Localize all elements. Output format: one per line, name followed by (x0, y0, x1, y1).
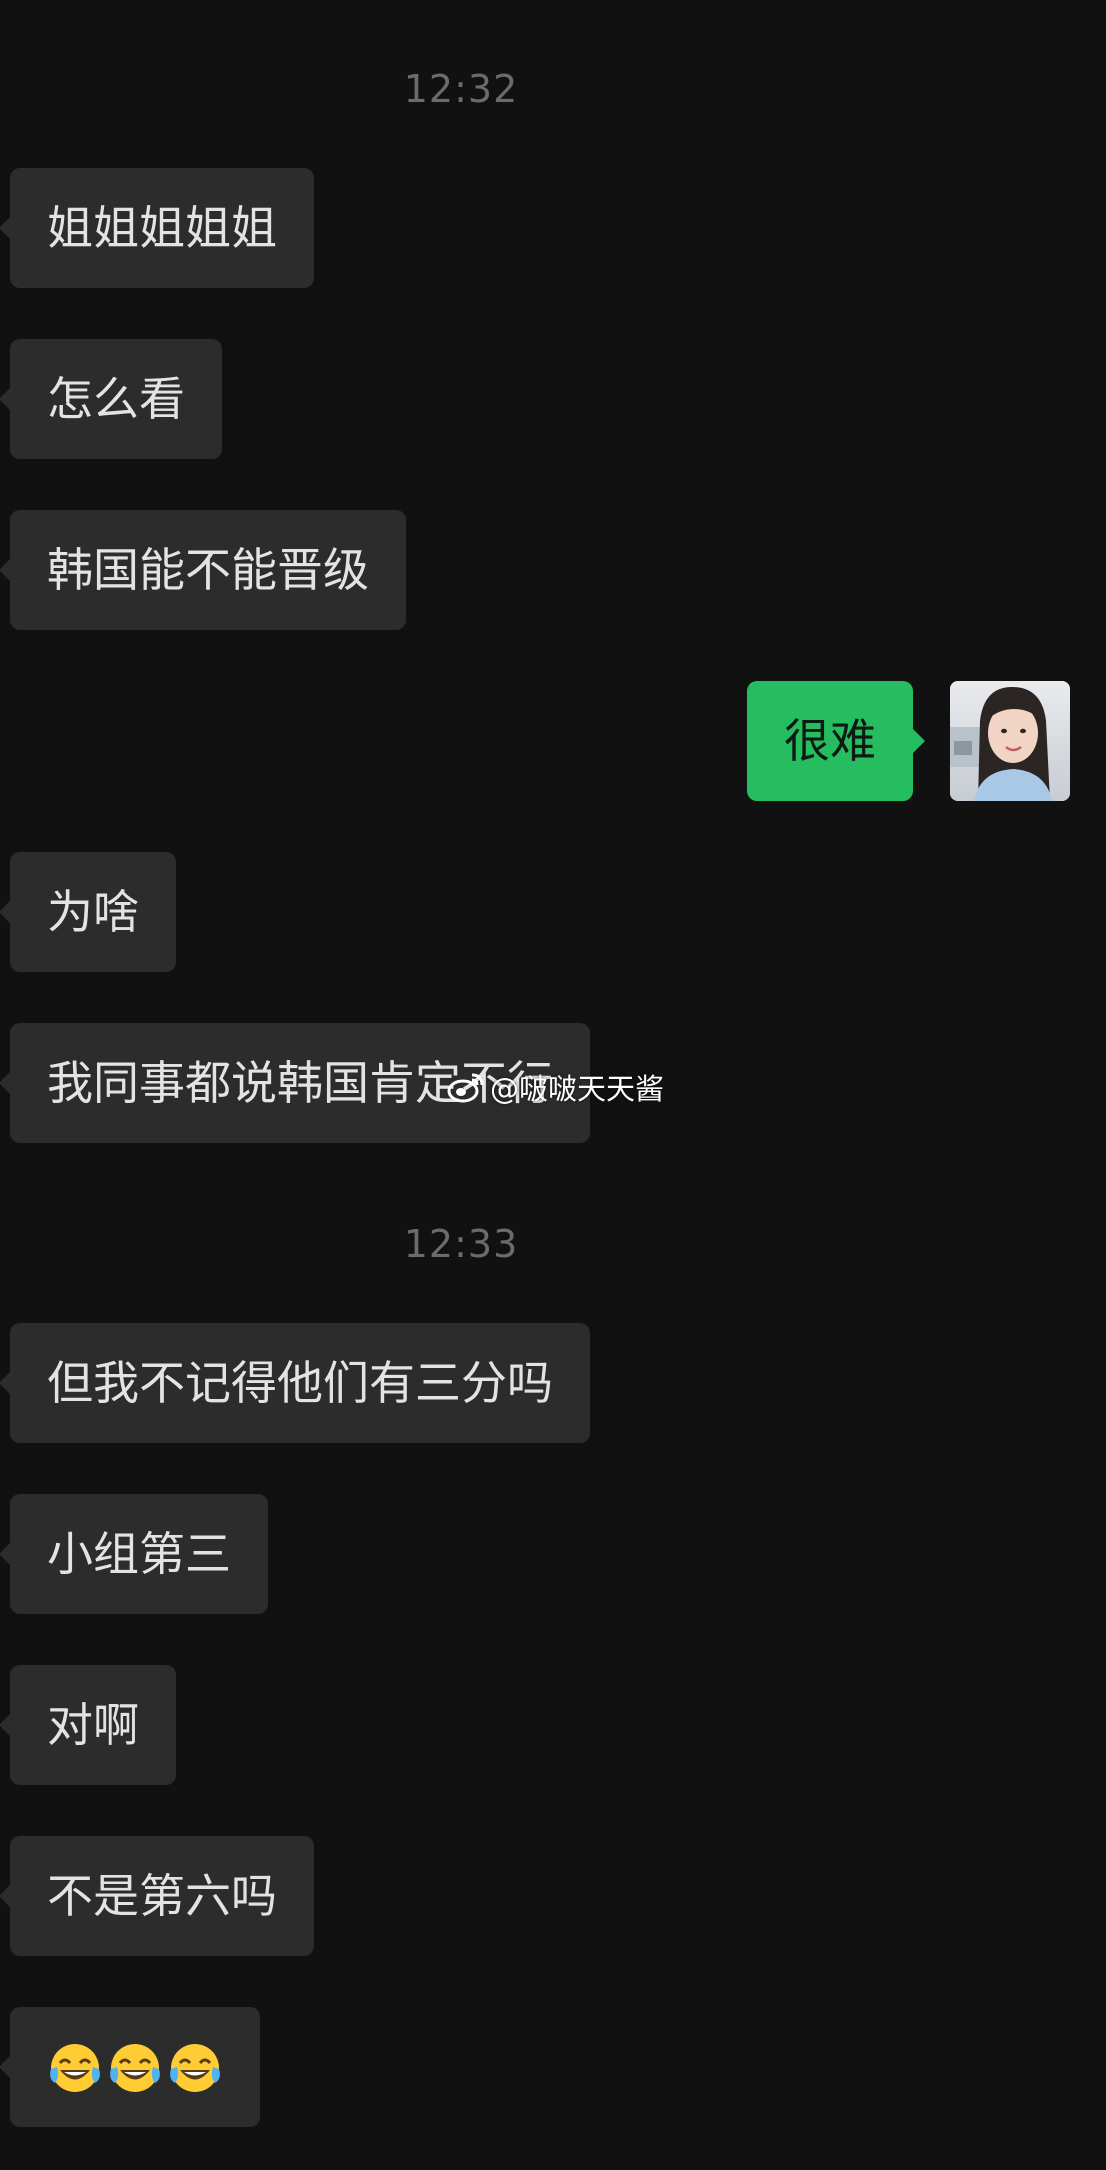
face-with-tears-of-joy-icon (50, 2043, 100, 2092)
message-bubble-incoming[interactable]: 为啥 (0, 852, 176, 972)
avatar-photo-icon (950, 681, 1070, 801)
face-with-tears-of-joy-icon (110, 2043, 160, 2092)
message-bubble-incoming[interactable]: 对啊 (0, 1665, 176, 1785)
message-bubble-incoming[interactable] (0, 2007, 260, 2127)
message-bubble-incoming[interactable]: 怎么看 (0, 339, 222, 459)
message-bubble-outgoing[interactable]: 很难 (747, 681, 925, 801)
message-bubble-incoming[interactable]: 小组第三 (0, 1494, 268, 1614)
emoji-row (46, 2039, 224, 2097)
message-bubble-incoming[interactable]: 姐姐姐姐姐 (0, 168, 314, 288)
watermark-text: @啵啵天天酱 (490, 1072, 665, 1106)
message-bubble-incoming[interactable]: 不是第六吗 (0, 1836, 314, 1956)
message-bubble-incoming[interactable]: 但我不记得他们有三分吗 (0, 1323, 590, 1443)
weibo-icon (447, 1073, 484, 1103)
message-bubble-incoming[interactable]: 韩国能不能晋级 (0, 510, 406, 630)
timestamp: 12:33 (403, 1222, 519, 1266)
watermark: @啵啵天天酱 (446, 1066, 664, 1108)
user-avatar[interactable] (950, 681, 1070, 801)
timestamp: 12:32 (403, 67, 519, 111)
face-with-tears-of-joy-icon (170, 2043, 220, 2092)
